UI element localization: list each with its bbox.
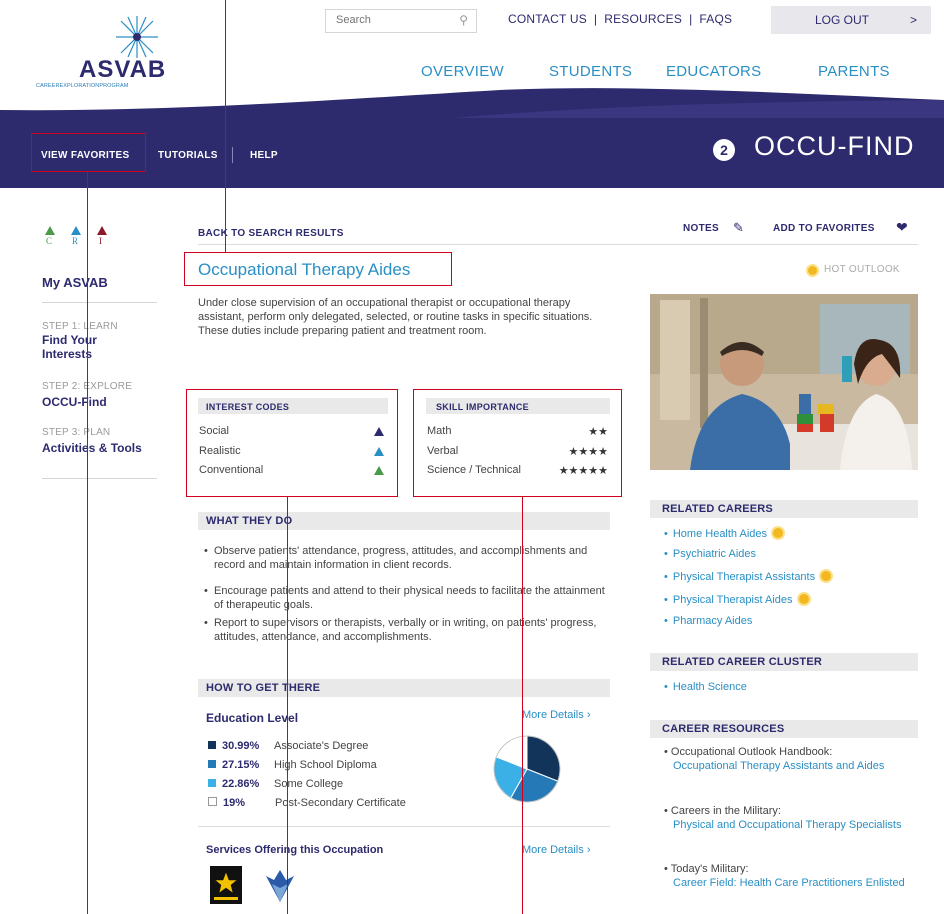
conventional-triangle-icon xyxy=(45,226,55,235)
army-logo-icon[interactable] xyxy=(210,866,242,904)
nav-educators[interactable]: EDUCATORS xyxy=(666,63,762,80)
hot-outlook-sun-icon xyxy=(821,571,832,581)
chevron-right-icon: › xyxy=(586,844,591,856)
legend-swatch xyxy=(208,741,216,749)
resource-item: • Occupational Outlook Handbook: Occupati… xyxy=(664,745,914,773)
education-level-label: Education Level xyxy=(206,711,299,725)
education-row: 19% Post-Secondary Certificate xyxy=(208,797,406,809)
activities-tools-link[interactable]: Activities & Tools xyxy=(42,441,172,455)
chevron-right-icon: › xyxy=(586,709,591,721)
logo-text[interactable]: ASVAB xyxy=(79,56,166,84)
callout-line xyxy=(287,497,288,914)
occu-find-link[interactable]: OCCU-Find xyxy=(42,395,107,409)
services-label: Services Offering this Occupation xyxy=(206,844,384,856)
occupation-photo xyxy=(650,294,918,470)
callout-line xyxy=(522,497,523,914)
resource-item: • Today's Military: Career Field: Health … xyxy=(664,862,914,890)
education-pie-chart xyxy=(493,735,561,803)
related-career-link[interactable]: • Pharmacy Aides xyxy=(664,614,752,628)
my-asvab-link[interactable]: My ASVAB xyxy=(42,275,108,290)
resource-link[interactable]: Physical and Occupational Therapy Specia… xyxy=(664,818,914,832)
callout-line xyxy=(225,0,226,253)
search-box[interactable]: ⚲ xyxy=(325,9,477,33)
logout-label: LOG OUT xyxy=(815,13,870,27)
add-to-favorites-link[interactable]: ADD TO FAVORITES xyxy=(773,223,875,234)
related-career-link[interactable]: • Home Health Aides xyxy=(664,527,784,541)
divider xyxy=(232,147,233,163)
list-item: • Observe patients' attendance, progress,… xyxy=(204,545,588,571)
nav-students[interactable]: STUDENTS xyxy=(549,63,632,80)
callout-line xyxy=(87,172,88,914)
chevron-right-icon: > xyxy=(909,13,917,27)
related-career-link[interactable]: • Physical Therapist Assistants xyxy=(664,570,832,584)
tutorials-link[interactable]: TUTORIALS xyxy=(158,150,218,161)
resource-link[interactable]: Occupational Therapy Assistants and Aide… xyxy=(664,759,914,773)
air-force-logo-icon[interactable] xyxy=(262,866,298,906)
section-title: OCCU-FIND xyxy=(754,131,915,161)
investigative-triangle-icon xyxy=(97,226,107,235)
divider xyxy=(42,302,157,303)
hot-outlook-sun-icon xyxy=(808,266,817,275)
services-more-details-link[interactable]: More Details › xyxy=(522,844,590,856)
callout-box-favorites xyxy=(31,133,146,172)
nav-parents[interactable]: PARENTS xyxy=(818,63,890,80)
cri-letter-c: C xyxy=(46,236,53,246)
list-item: • Encourage patients and attend to their … xyxy=(204,585,605,611)
resource-item: • Careers in the Military: Physical and O… xyxy=(664,804,914,832)
education-row: 22.86% Some College xyxy=(208,778,343,790)
step-3-label: STEP 3: PLAN xyxy=(42,427,111,438)
search-icon[interactable]: ⚲ xyxy=(459,13,468,27)
logout-button[interactable]: LOG OUT > xyxy=(771,6,931,34)
step-1-label: STEP 1: LEARN xyxy=(42,321,118,332)
callout-box-title xyxy=(184,252,452,286)
cri-letter-i: I xyxy=(99,236,102,246)
divider xyxy=(42,478,157,479)
hot-outlook-sun-icon xyxy=(773,528,784,538)
cri-letter-r: R xyxy=(72,236,79,246)
find-your-interests-link[interactable]: Find Your Interests xyxy=(42,333,122,361)
heart-icon[interactable]: ❤ xyxy=(896,219,908,236)
back-to-search-link[interactable]: BACK TO SEARCH RESULTS xyxy=(198,228,344,239)
resources-link[interactable]: RESOURCES xyxy=(604,12,682,26)
related-career-link[interactable]: • Psychiatric Aides xyxy=(664,547,756,561)
career-resources-heading: CAREER RESOURCES xyxy=(662,723,785,735)
legend-swatch xyxy=(208,760,216,768)
nav-overview[interactable]: OVERVIEW xyxy=(421,63,504,80)
cluster-link[interactable]: • Health Science xyxy=(664,680,747,694)
divider: | xyxy=(689,12,693,26)
faqs-link[interactable]: FAQS xyxy=(699,12,732,26)
divider xyxy=(198,244,918,245)
callout-box-interest-codes xyxy=(186,389,398,497)
list-item: • Report to supervisors or therapists, ve… xyxy=(204,617,597,643)
legend-swatch xyxy=(208,779,216,787)
search-input[interactable] xyxy=(326,10,456,30)
divider xyxy=(198,826,610,827)
step-number-badge: 2 xyxy=(713,139,735,161)
related-career-link[interactable]: • Physical Therapist Aides xyxy=(664,593,809,607)
occupation-description: Under close supervision of an occupation… xyxy=(198,297,593,337)
how-to-get-there-heading: HOW TO GET THERE xyxy=(206,682,321,694)
divider: | xyxy=(593,12,598,26)
related-careers-heading: RELATED CAREERS xyxy=(662,503,773,515)
header-swoosh xyxy=(0,88,944,120)
hot-outlook-label: HOT OUTLOOK xyxy=(824,264,900,275)
hot-outlook-sun-icon xyxy=(798,594,809,604)
contact-us-link[interactable]: CONTACT US xyxy=(508,12,587,26)
notes-link[interactable]: NOTES xyxy=(683,223,719,234)
realistic-triangle-icon xyxy=(71,226,81,235)
asvab-star-logo-icon xyxy=(116,16,158,58)
cluster-heading: RELATED CAREER CLUSTER xyxy=(662,656,823,668)
legend-swatch xyxy=(208,797,217,806)
what-they-do-heading: WHAT THEY DO xyxy=(206,515,293,527)
help-link[interactable]: HELP xyxy=(250,150,278,161)
top-links: CONTACT US | RESOURCES | FAQS xyxy=(508,12,732,26)
pencil-icon[interactable]: ✎ xyxy=(733,220,744,236)
resource-link[interactable]: Career Field: Health Care Practitioners … xyxy=(664,876,914,890)
education-row: 27.15% High School Diploma xyxy=(208,759,377,771)
education-more-details-link[interactable]: More Details › xyxy=(522,709,590,721)
education-row: 30.99% Associate's Degree xyxy=(208,740,368,752)
callout-box-skill-importance xyxy=(413,389,622,497)
